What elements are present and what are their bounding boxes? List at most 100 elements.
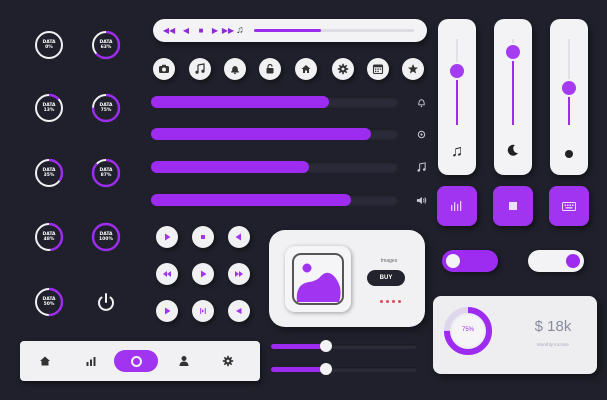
vertical-slider-card[interactable]: ♫ [438,19,476,175]
stop-icon [509,202,517,210]
play-icon[interactable]: ▶ [209,19,221,42]
stop-button[interactable] [192,226,214,248]
toggle-icon[interactable] [114,350,158,372]
data-gauge: DATA 75% [91,93,121,123]
bottom-nav [20,341,260,381]
fast-forward-button[interactable] [228,263,250,285]
data-gauge: DATA 13% [34,93,64,123]
horizontal-slider[interactable] [271,340,417,352]
play-button[interactable] [156,300,178,322]
buy-button[interactable]: BUY [367,270,405,286]
music-progress-track[interactable] [254,29,414,32]
slider-fill [512,51,514,125]
slider-knob[interactable] [506,44,520,59]
gauge-value: 48% [43,237,55,242]
progress-bar[interactable] [151,96,398,108]
power-icon[interactable] [95,291,117,313]
gauge-value: 35% [43,173,55,178]
data-gauge: DATA 63% [91,30,121,60]
home-icon[interactable] [295,58,317,80]
chart-icon[interactable] [79,341,103,381]
play-left-button[interactable] [228,226,250,248]
progress-fill [151,161,310,173]
gauge-value: 50% [43,302,55,307]
slider-fill [271,367,327,372]
gear-icon [414,127,428,141]
music-player-bar: ◀◀ ◀ ■ ▶ ▶▶ ♫ [153,19,427,42]
music-note-icon: ♫ [236,25,244,36]
stop-button[interactable] [493,186,533,226]
pause-button[interactable] [192,300,214,322]
play-up-button[interactable] [228,300,250,322]
next-icon[interactable]: ▶▶ [222,19,234,42]
user-icon[interactable] [172,341,196,381]
progress-bar[interactable] [151,128,398,140]
progress-bar[interactable] [151,194,398,206]
vertical-slider-card[interactable] [494,19,532,175]
unlock-icon[interactable] [259,58,281,80]
toggle-switch-off[interactable] [442,250,498,272]
calendar-icon[interactable] [367,58,389,80]
stop-icon[interactable]: ■ [195,19,207,42]
data-gauge: DATA 100% [91,222,121,252]
star-icon[interactable] [402,58,424,80]
music-note-icon: ♫ [451,143,463,160]
income-percent: 75% [461,327,474,333]
income-amount: $ 18k [534,318,572,335]
music-icon[interactable] [189,58,211,80]
slider-knob[interactable] [450,63,464,78]
bell-icon[interactable] [224,58,246,80]
income-subtitle: Monthly Income [537,342,569,347]
image-thumbnail[interactable] [285,246,351,312]
camera-icon[interactable] [153,58,175,80]
play-button[interactable] [156,226,178,248]
dot-icon [550,146,588,164]
gauge-value: 87% [100,173,112,178]
toggle-knob [566,254,580,268]
image-icon [292,253,344,305]
slider-knob[interactable] [562,81,576,96]
play-button[interactable] [192,263,214,285]
gear-icon[interactable] [332,58,354,80]
data-gauge: DATA 0% [34,30,64,60]
slider-knob[interactable] [320,363,333,375]
progress-fill [151,194,352,206]
gauge-value: 63% [100,45,112,50]
rewind-icon[interactable]: ◀◀ [163,19,175,42]
music-icon [414,160,428,174]
data-gauge: DATA 87% [91,158,121,188]
music-progress-fill [254,29,322,32]
equalizer-button[interactable] [437,186,477,226]
keyboard-button[interactable] [549,186,589,226]
volume-icon [414,193,428,207]
toggle-switch-on[interactable] [528,250,584,272]
data-gauge: DATA 50% [34,287,64,317]
pagination-dots[interactable] [375,300,405,304]
horizontal-slider[interactable] [271,363,417,375]
gauge-value: 100% [99,237,113,242]
gauge-value: 0% [45,45,53,50]
home-icon[interactable] [33,341,57,381]
rewind-button[interactable] [156,263,178,285]
progress-fill [151,96,329,108]
gauge-value: 13% [43,108,55,113]
data-gauge: DATA 48% [34,222,64,252]
settings-icon[interactable] [216,341,240,381]
slider-knob[interactable] [320,340,333,352]
income-card: 75% $ 18k Monthly Income [433,296,597,374]
image-caption: Images [380,258,398,264]
gauge-value: 75% [100,108,112,113]
progress-bar[interactable] [151,161,398,173]
bell-icon [414,95,428,109]
vertical-slider-card[interactable] [550,19,588,175]
toggle-knob [446,254,460,268]
image-card: Images BUY [269,230,425,327]
data-gauge: DATA 35% [34,158,64,188]
slider-fill [456,70,458,125]
slider-fill [271,344,327,349]
equalizer-icon [451,201,462,211]
previous-icon[interactable]: ◀ [180,19,192,42]
progress-fill [151,128,371,140]
keyboard-icon [562,201,576,211]
moon-icon [494,143,532,162]
